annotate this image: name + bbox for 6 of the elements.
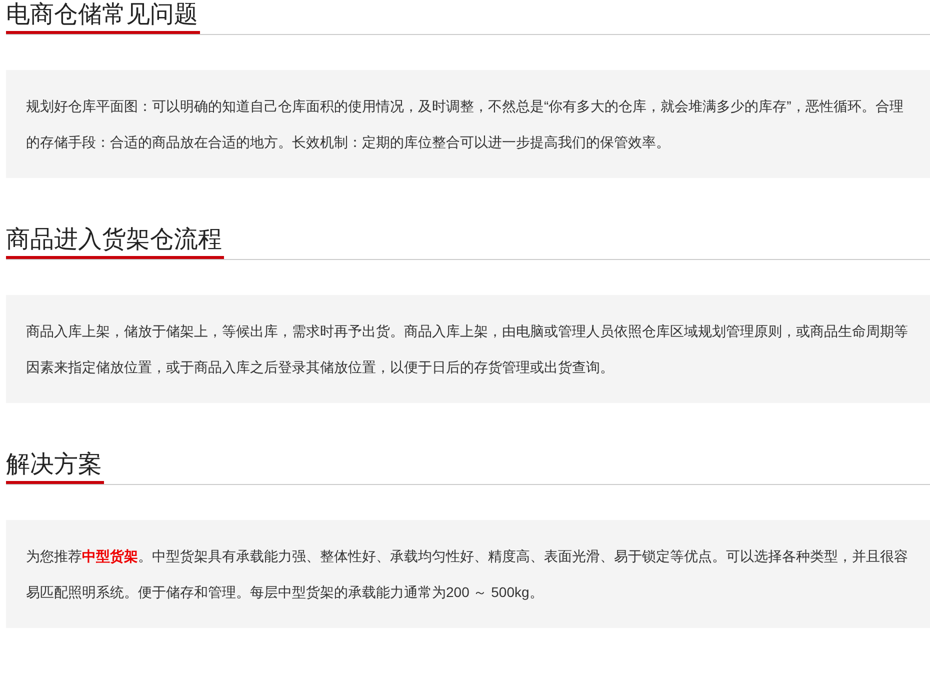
panel-text: 商品入库上架，储放于储架上，等候出库，需求时再予出货。商品入库上架，由电脑或管理人员依照仓库区域规划管理原则，或商品生命周期等因素来指定储放位置，或于商品入库之后登录其储放位置，以便于日后的存货管理或出货查询。 (26, 322, 909, 377)
panel-text: 为您推荐中型货架。中型货架具有承载能力强、整体性好、承载均匀性好、精度高、表面光滑、易于锁定等优点。可以选择各种类型，并且很容易匹配照明系统。便于储存和管理。每层中型货架的承载能力通常为200 ～ 500kg。 (26, 547, 909, 602)
panel-text: 规划好仓库平面图：可以明确的知道自己仓库面积的使用情况，及时调整，不然总是“你有多大的仓库，就会堆满多少的库存”，恶性循环。合理的存储手段：合适的商品放在合适的地方。长效机制：定期的库位整合可以进一步提高我们的保管效率。 (26, 97, 904, 152)
section-heading: 商品进入货架仓流程 (6, 225, 224, 259)
section-heading: 电商仓储常见问题 (6, 0, 200, 34)
section-heading: 解决方案 (6, 450, 104, 484)
